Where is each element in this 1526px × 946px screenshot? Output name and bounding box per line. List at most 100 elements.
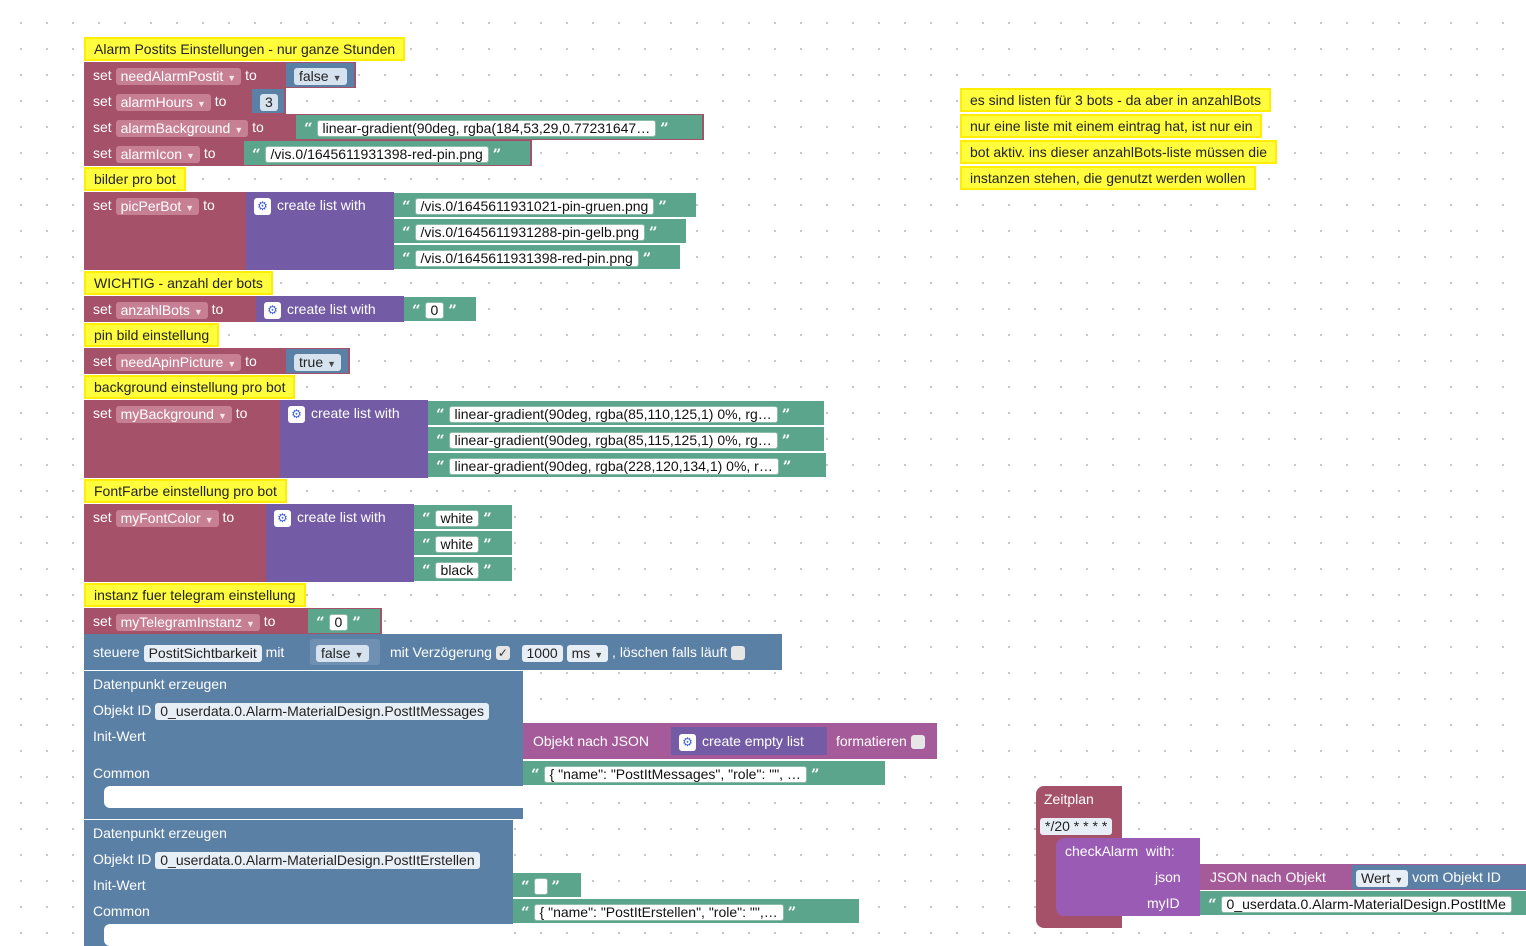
create-datapoint-block-1[interactable]: Datenpunkt erzeugen Objekt ID 0_userdata… [84,671,523,819]
gear-icon[interactable]: ⚙ [274,509,291,527]
text-field[interactable]: black [434,561,480,579]
var-dropdown-myBackground[interactable]: myBackground ▼ [115,405,232,423]
comment-side-line-3[interactable]: bot aktiv. ins dieser anzahlBots-liste m… [960,140,1277,164]
var-dropdown-anzahlBots[interactable]: anzahlBots ▼ [115,301,208,319]
gear-icon[interactable]: ⚙ [264,301,281,319]
text-field[interactable]: /vis.0/1645611931021-pin-gruen.png [414,197,655,215]
var-dropdown-needApinPicture[interactable]: needApinPicture ▼ [115,353,242,371]
create-list-block[interactable]: ⚙ create list with [256,296,404,322]
text-block[interactable]: “ linear-gradient(90deg, rgba(184,53,29,… [296,115,702,139]
text-block[interactable]: “ linear-gradient(90deg, rgba(85,110,125… [428,401,824,425]
get-state-block[interactable]: Wert ▼ vom Objekt ID [1352,865,1526,889]
create-list-block[interactable]: ⚙ create list with [266,504,414,582]
text-field[interactable]: white [434,535,480,553]
delay-input[interactable]: 1000 [521,644,563,662]
text-block[interactable]: “ /vis.0/1645611931021-pin-gruen.png ” [394,193,696,217]
create-datapoint-block-2[interactable]: Datenpunkt erzeugen Objekt ID 0_userdata… [84,820,513,946]
text-field[interactable]: { "name": "PostItMessages", "role": "", … [543,765,807,783]
var-dropdown-alarmHours[interactable]: alarmHours ▼ [115,93,211,111]
bool-dropdown[interactable]: false ▼ [294,67,347,85]
text-field[interactable]: linear-gradient(90deg, rgba(228,120,134,… [448,457,779,475]
text-block[interactable]: “ ” [513,873,581,897]
statement-slot[interactable] [104,924,513,946]
state-object-field[interactable]: PostitSichtbarkeit [143,644,262,662]
text-field[interactable]: 0_userdata.0.Alarm-MaterialDesign.PostIt… [1220,895,1512,913]
comment-side-line-4[interactable]: instanzen stehen, die genutzt werden wol… [960,166,1256,190]
number-block[interactable]: 3 [252,89,284,113]
text-field[interactable]: /vis.0/1645611931398-red-pin.png [264,145,489,163]
text-block[interactable]: “ 0 ” [404,297,476,321]
text-block[interactable]: “ /vis.0/1645611931398-red-pin.png ” [244,141,530,165]
set-anzahlBots-block[interactable]: set anzahlBots ▼ to [84,296,256,322]
clear-running-checkbox[interactable] [731,646,746,661]
text-block[interactable]: “ 0_userdata.0.Alarm-MaterialDesign.Post… [1200,891,1526,915]
var-dropdown-alarmBackground[interactable]: alarmBackground ▼ [115,119,249,137]
set-picPerBot-block[interactable]: set picPerBot ▼ to [84,192,246,270]
text-block[interactable]: “ /vis.0/1645611931398-red-pin.png ” [394,245,680,269]
text-field[interactable]: white [434,509,480,527]
delay-checkbox[interactable]: ✓ [495,646,510,661]
blockly-workspace[interactable]: Alarm Postits Einstellungen - nur ganze … [0,0,1526,946]
comment-pictures-per-bot[interactable]: bilder pro bot [84,167,186,191]
text-field[interactable]: linear-gradient(90deg, rgba(85,110,125,1… [448,405,778,423]
text-block[interactable]: “ /vis.0/1645611931288-pin-gelb.png ” [394,219,686,243]
var-dropdown-myFontColor[interactable]: myFontColor ▼ [115,509,219,527]
set-myBackground-block[interactable]: set myBackground ▼ to [84,400,280,478]
cron-field[interactable]: */20 * * * * [1040,817,1113,835]
var-dropdown-alarmIcon[interactable]: alarmIcon ▼ [115,145,200,163]
text-field[interactable]: 0 [328,613,349,631]
create-list-block[interactable]: ⚙ create list with [246,192,394,270]
bool-block[interactable]: false ▼ [286,63,354,87]
control-state-block[interactable]: steuere PostitSichtbarkeit mit false ▼ mi… [84,634,782,670]
text-field[interactable]: 0 [424,301,445,319]
set-myTelegramInstanz-block[interactable]: set myTelegramInstanz ▼ to “ 0 ” [84,608,382,634]
bool-dropdown[interactable]: true ▼ [294,353,342,371]
set-alarmIcon-block[interactable]: set alarmIcon ▼ to “ /vis.0/1645611931398… [84,140,532,166]
text-field[interactable]: /vis.0/1645611931288-pin-gelb.png [414,223,646,241]
text-field[interactable] [533,877,548,895]
set-alarmBackground-block[interactable]: set alarmBackground ▼ to “ linear-gradien… [84,114,704,140]
unit-dropdown[interactable]: ms ▼ [566,644,609,662]
comment-telegram-instance[interactable]: instanz fuer telegram einstellung [84,583,306,607]
number-field[interactable]: 3 [260,93,278,111]
create-list-block[interactable]: ⚙ create list with [280,400,428,478]
text-block[interactable]: “ { "name": "PostItErstellen", "role": "… [513,899,859,923]
wert-dropdown[interactable]: Wert ▼ [1356,869,1409,887]
comment-number-of-bots[interactable]: WICHTIG - anzahl der bots [84,271,273,295]
bool-block[interactable]: true ▼ [286,349,348,373]
var-dropdown-myTelegramInstanz[interactable]: myTelegramInstanz ▼ [115,613,260,631]
text-block[interactable]: “ 0 ” [308,609,380,633]
gear-icon[interactable]: ⚙ [679,733,696,751]
text-block[interactable]: “ { "name": "PostItMessages", "role": ""… [523,761,885,785]
comment-side-line-2[interactable]: nur eine liste mit einem eintrag hat, is… [960,114,1263,138]
text-block[interactable]: “ linear-gradient(90deg, rgba(85,115,125… [428,427,824,451]
text-field[interactable]: /vis.0/1645611931398-red-pin.png [414,249,639,267]
comment-font-color-per-bot[interactable]: FontFarbe einstellung pro bot [84,479,287,503]
object-to-json-block[interactable]: Objekt nach JSON ⚙ create empty list form… [523,723,937,759]
comment-alarm-settings[interactable]: Alarm Postits Einstellungen - nur ganze … [84,37,406,61]
set-alarmHours-block[interactable]: set alarmHours ▼ to 3 [84,88,286,114]
format-checkbox[interactable] [910,735,925,750]
text-block[interactable]: “ black ” [414,557,512,581]
bool-block[interactable]: false ▼ [310,639,380,665]
json-to-object-block[interactable]: JSON nach Objekt Wert ▼ vom Objekt ID [1200,864,1526,890]
text-block[interactable]: “ white ” [414,531,512,555]
text-block[interactable]: “ white ” [414,505,512,529]
object-id-field[interactable]: 0_userdata.0.Alarm-MaterialDesign.PostIt… [155,702,489,720]
var-dropdown-needAlarmPostit[interactable]: needAlarmPostit ▼ [115,67,242,85]
object-id-field[interactable]: 0_userdata.0.Alarm-MaterialDesign.PostIt… [155,851,480,869]
text-field[interactable]: linear-gradient(90deg, rgba(85,115,125,1… [448,431,778,449]
comment-pin-picture[interactable]: pin bild einstellung [84,323,220,347]
set-myFontColor-block[interactable]: set myFontColor ▼ to [84,504,266,582]
var-dropdown-picPerBot[interactable]: picPerBot ▼ [115,197,200,215]
comment-side-line-1[interactable]: es sind listen für 3 bots - da aber in a… [960,88,1272,112]
set-needApinPicture-block[interactable]: set needApinPicture ▼ to true ▼ [84,348,350,374]
comment-background-per-bot[interactable]: background einstellung pro bot [84,375,296,399]
text-field[interactable]: { "name": "PostItErstellen", "role": "",… [533,903,784,921]
function-call-block[interactable]: checkAlarm with: json myID [1056,838,1200,916]
create-empty-list-block[interactable]: ⚙ create empty list [671,727,827,755]
statement-slot[interactable] [104,786,523,808]
gear-icon[interactable]: ⚙ [254,197,271,215]
set-needAlarmPostit-block[interactable]: set needAlarmPostit ▼ to false ▼ [84,62,356,88]
text-field[interactable]: linear-gradient(90deg, rgba(184,53,29,0.… [316,119,657,137]
